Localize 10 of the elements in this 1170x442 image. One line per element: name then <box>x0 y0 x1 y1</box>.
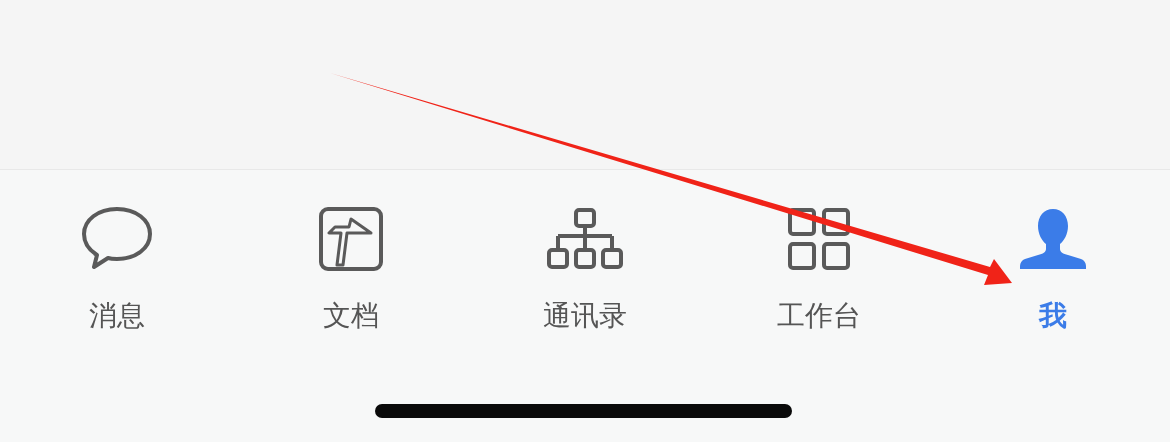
tab[interactable]: 消息 <box>0 206 234 332</box>
grid-icon <box>788 208 850 270</box>
tab[interactable]: 工作台 <box>702 206 936 332</box>
org-chart-icon <box>547 208 623 270</box>
speech-bubble-icon <box>81 206 153 272</box>
tab[interactable]: 我 <box>936 206 1170 332</box>
tab[interactable]: 通讯录 <box>468 206 702 332</box>
tab[interactable]: 文档 <box>234 206 468 332</box>
person-icon <box>1019 208 1087 270</box>
document-icon <box>319 207 383 271</box>
